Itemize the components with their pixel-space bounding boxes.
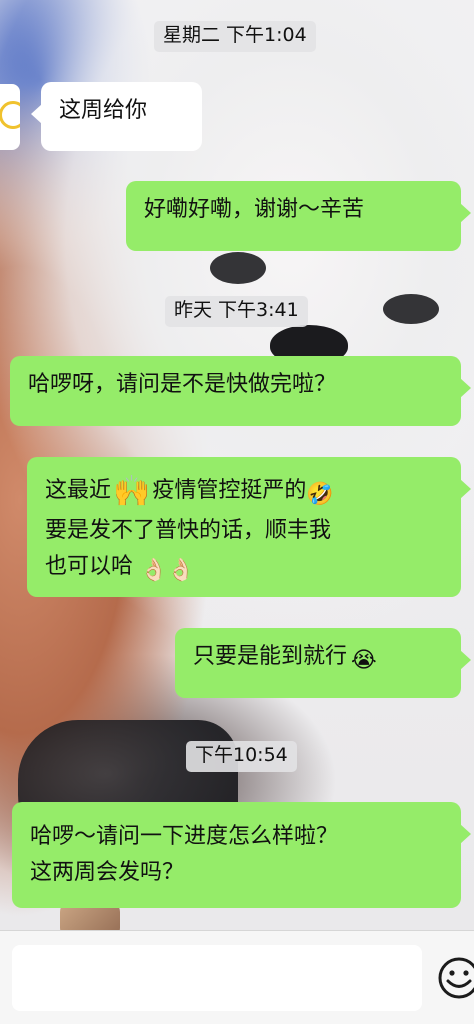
message-line: 哈啰～请问一下进度怎么样啦？ [30, 824, 339, 849]
ok-hand-emoji: 👌🏻 [140, 558, 168, 583]
message-sent[interactable]: 哈啰呀，请问是不是快做完啦？ [10, 356, 471, 426]
timestamp: 下午10:54 [186, 741, 297, 772]
message-text: 哈啰呀，请问是不是快做完啦？ [28, 372, 337, 397]
message-sent[interactable]: 哈啰～请问一下进度怎么样啦？ 这两周会发吗？ [12, 802, 471, 908]
message-sent[interactable]: 只要是能到就行 😭 [175, 628, 471, 698]
timestamp: 星期二 下午1:04 [154, 21, 316, 52]
timestamp: 昨天 下午3:41 [165, 296, 308, 327]
message-line: 这最近🙌疫情管控挺严的🤣 [45, 473, 443, 513]
message-line: 这两周会发吗？ [30, 860, 185, 885]
dog-eye-left [210, 252, 266, 284]
ok-hand-emoji: 👌🏻 [167, 558, 195, 583]
message-received[interactable]: 这周给你 [31, 82, 202, 151]
crying-emoji: 😭 [351, 648, 377, 673]
message-sent[interactable]: 这最近🙌疫情管控挺严的🤣 要是发不了普快的话，顺丰我 也可以哈 👌🏻👌🏻 [27, 457, 471, 597]
message-text: 好嘞好嘞，谢谢～辛苦 [144, 197, 365, 222]
message-sent[interactable]: 好嘞好嘞，谢谢～辛苦 [126, 181, 471, 251]
message-line: 也可以哈 👌🏻👌🏻 [45, 549, 443, 589]
message-text: 只要是能到就行 [193, 644, 348, 669]
dog-eye-right [383, 294, 439, 324]
avatar-logo-icon [0, 101, 20, 129]
message-line: 要是发不了普快的话，顺丰我 [45, 518, 332, 543]
laugh-crying-emoji: 🤣 [306, 482, 334, 507]
message-text: 这周给你 [59, 98, 148, 123]
message-input[interactable] [12, 945, 422, 1011]
smiley-face-icon[interactable] [436, 955, 474, 1001]
message-input-bar [0, 930, 474, 1024]
raised-hands-emoji: 🙌 [113, 474, 151, 509]
avatar[interactable] [0, 84, 20, 150]
